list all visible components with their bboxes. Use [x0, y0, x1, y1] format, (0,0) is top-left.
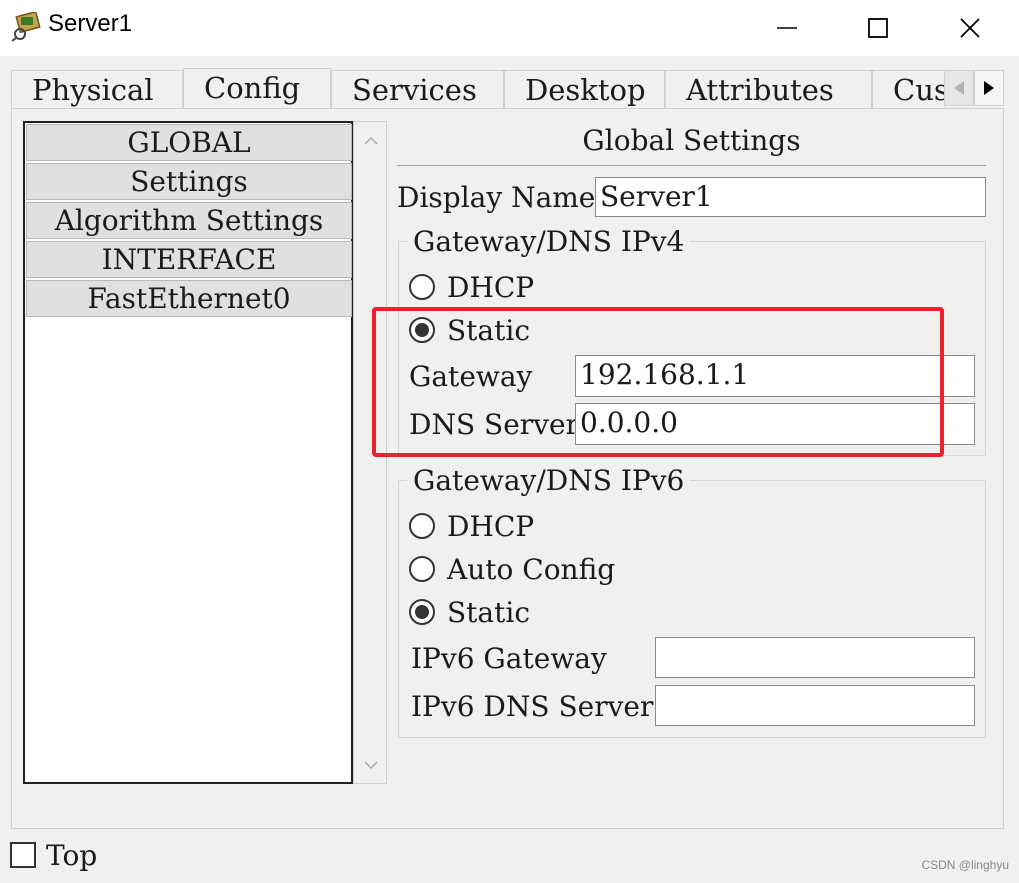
- close-button[interactable]: [940, 8, 1000, 48]
- tab-physical[interactable]: Physical: [11, 70, 183, 108]
- chevron-down-icon[interactable]: [362, 758, 380, 772]
- tab-attributes[interactable]: Attributes: [665, 70, 872, 108]
- ipv6-dhcp-label: DHCP: [447, 510, 535, 543]
- ipv6-dns-server-input[interactable]: [655, 685, 975, 726]
- ipv6-dhcp-radio[interactable]: [409, 513, 435, 539]
- title-bar: Server1: [0, 0, 1019, 56]
- maximize-icon: [868, 18, 888, 38]
- triangle-right-icon: [984, 81, 994, 95]
- top-checkbox[interactable]: [10, 842, 36, 868]
- tab-strip: Physical Config Services Desktop Attribu…: [11, 68, 1006, 110]
- tab-scroll-right-button[interactable]: [974, 70, 1004, 106]
- tab-config[interactable]: Config: [183, 68, 331, 110]
- minimize-button[interactable]: [757, 8, 817, 48]
- ipv6-static-radio[interactable]: [409, 599, 435, 625]
- ipv4-dhcp-label: DHCP: [447, 271, 535, 304]
- top-checkbox-label: Top: [46, 839, 98, 872]
- page-title: Global Settings: [582, 124, 801, 157]
- settings-list: GLOBAL Settings Algorithm Settings INTER…: [23, 121, 353, 784]
- tab-services[interactable]: Services: [331, 70, 504, 108]
- watermark: CSDN @linghyu: [921, 858, 1009, 872]
- app-icon: [11, 12, 41, 42]
- close-icon: [960, 18, 980, 38]
- list-item-fastethernet0[interactable]: FastEthernet0: [26, 280, 352, 317]
- ipv4-group-title: Gateway/DNS IPv4: [407, 225, 691, 258]
- display-name-input[interactable]: Server1: [595, 177, 986, 217]
- display-name-label: Display Name: [397, 181, 596, 214]
- list-item-interface[interactable]: INTERFACE: [26, 241, 352, 278]
- ipv6-static-label: Static: [447, 596, 531, 629]
- ipv6-auto-config-radio[interactable]: [409, 556, 435, 582]
- ipv6-dns-server-label: IPv6 DNS Server: [411, 690, 654, 723]
- list-item-algorithm-settings[interactable]: Algorithm Settings: [26, 202, 352, 239]
- tab-desktop[interactable]: Desktop: [504, 70, 665, 108]
- minimize-icon: [777, 27, 797, 29]
- ipv4-dhcp-radio[interactable]: [409, 274, 435, 300]
- list-item-settings[interactable]: Settings: [26, 163, 352, 200]
- triangle-left-icon: [954, 81, 964, 95]
- divider: [397, 165, 986, 166]
- ipv6-gateway-input[interactable]: [655, 637, 975, 678]
- ipv6-group-title: Gateway/DNS IPv6: [407, 464, 691, 497]
- tab-scroll-left-button[interactable]: [944, 70, 974, 106]
- ipv6-gateway-label: IPv6 Gateway: [411, 642, 607, 675]
- chevron-up-icon[interactable]: [362, 134, 380, 148]
- window-title: Server1: [48, 10, 133, 37]
- ipv6-auto-config-label: Auto Config: [447, 553, 616, 586]
- highlight-box: [372, 307, 944, 457]
- tab-custom[interactable]: Cus: [872, 70, 946, 108]
- list-item-global[interactable]: GLOBAL: [26, 124, 352, 161]
- maximize-button[interactable]: [848, 8, 908, 48]
